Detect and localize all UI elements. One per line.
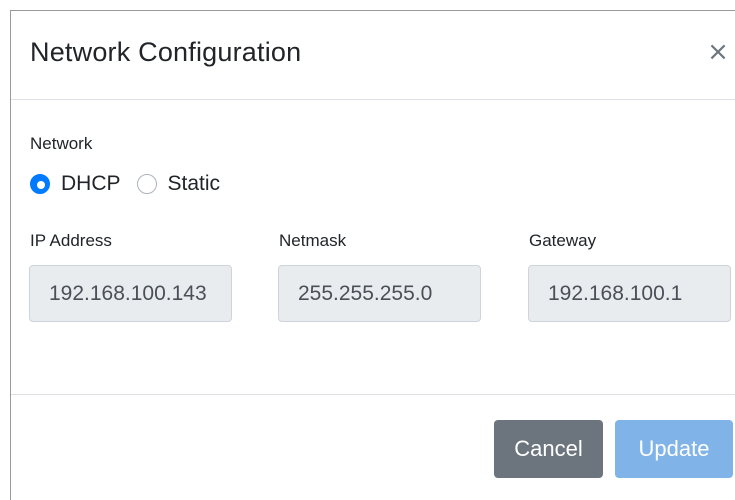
update-button[interactable]: Update [615, 420, 733, 478]
network-label: Network [30, 134, 93, 153]
radio-static[interactable] [136, 174, 157, 194]
radio-option-static[interactable]: Static [136, 172, 221, 196]
radio-static-label[interactable]: Static [168, 172, 221, 196]
network-configuration-dialog: Network Configuration × Network DHCP Sta… [10, 10, 735, 500]
modal-header: Network Configuration × [11, 11, 735, 100]
radio-dhcp[interactable] [30, 174, 50, 194]
radio-option-dhcp[interactable]: DHCP [30, 172, 121, 196]
modal-footer [11, 394, 735, 396]
netmask-field[interactable] [278, 265, 481, 322]
close-icon[interactable]: × [706, 39, 730, 65]
gateway-field[interactable] [528, 265, 731, 322]
network-radio-group: DHCP Static [30, 171, 236, 197]
cancel-button[interactable]: Cancel [494, 420, 603, 478]
ip-address-label: IP Address [30, 231, 112, 250]
ip-address-field[interactable] [29, 265, 232, 322]
gateway-label: Gateway [529, 231, 597, 250]
netmask-label: Netmask [279, 231, 347, 250]
radio-dhcp-label[interactable]: DHCP [61, 172, 121, 196]
dialog-title: Network Configuration [30, 37, 302, 67]
